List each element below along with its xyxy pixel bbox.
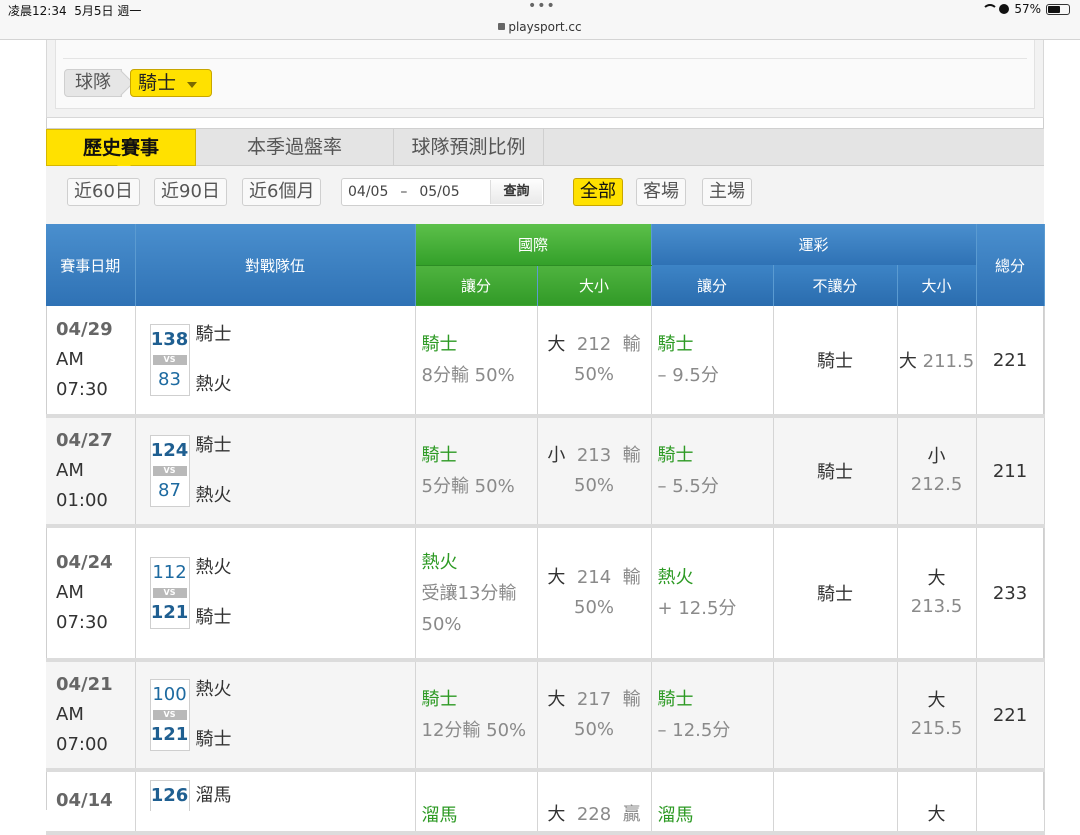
table-row: 04/21 AM 07:00 100 VS 121 熱火 騎士 騎士 12分輸 50% 大 … xyxy=(46,660,1045,772)
table-row: 04/27 AM 01:00 124 VS 87 騎士 熱火 騎士 5分輸 50% 小 21… xyxy=(46,416,1045,528)
battery-icon xyxy=(1046,3,1070,15)
total-cell: 233 xyxy=(976,526,1045,662)
range-6-months-button[interactable]: 近6個月 xyxy=(242,178,322,206)
total-cell: 211 xyxy=(976,416,1045,528)
status-bar: 凌晨12:34 5月5日 週一 ••• playsport.cc 57% xyxy=(0,0,1080,40)
intl-spread-cell: 騎士 8分輸 50% xyxy=(415,306,538,418)
match-cell: 126 溜馬 xyxy=(135,770,416,835)
lottery-ou-cell: 大 215.5 xyxy=(897,660,977,772)
lottery-nospread-cell: 騎士 xyxy=(773,306,898,418)
address-bar[interactable]: playsport.cc xyxy=(0,20,1080,34)
lottery-nospread-cell: 騎士 xyxy=(773,526,898,662)
tab-prediction-ratio[interactable]: 球隊預測比例 xyxy=(394,129,544,166)
header-intl: 國際 xyxy=(415,224,652,266)
lottery-ou-cell: 大 211.5 xyxy=(897,306,977,418)
tab-season-cover-rate[interactable]: 本季過盤率 xyxy=(196,129,394,166)
battery-percent: 57% xyxy=(1014,2,1041,16)
match-cell: 100 VS 121 熱火 騎士 xyxy=(135,660,416,772)
header-lottery-spread: 讓分 xyxy=(651,265,774,306)
lottery-ou-cell: 大 xyxy=(897,770,977,835)
table-row: 04/14 126 溜馬 溜馬 大 228 贏 溜馬 大 xyxy=(46,770,1045,835)
header-match: 對戰隊伍 xyxy=(135,224,416,306)
total-cell xyxy=(976,770,1045,835)
date-cell: 04/29 AM 07:30 xyxy=(46,306,136,418)
match-cell: 138 VS 83 騎士 熱火 xyxy=(135,306,416,418)
lottery-nospread-cell: 騎士 xyxy=(773,416,898,528)
filter-bar: 近60日 近90日 近6個月 04/05–05/05 查詢 全部 客場 主場 xyxy=(46,166,1044,224)
status-indicators: 57% xyxy=(982,2,1070,16)
tab-overview-dots[interactable]: ••• xyxy=(528,0,556,14)
team-label: 球隊 xyxy=(64,69,122,97)
intl-spread-cell: 熱火 受讓13分輸 50% xyxy=(415,526,538,662)
score-box: 112 VS 121 xyxy=(149,557,190,629)
header-intl-ou: 大小 xyxy=(537,265,652,306)
intl-ou-cell: 大 217 輸 50% xyxy=(537,660,652,772)
lottery-ou-cell: 小 212.5 xyxy=(897,416,977,528)
team-name[interactable]: 騎士 xyxy=(196,593,232,643)
chevron-down-icon xyxy=(187,82,197,88)
score-box: 100 VS 121 xyxy=(149,679,190,751)
lock-icon xyxy=(498,23,506,30)
range-60-days-button[interactable]: 近60日 xyxy=(67,178,140,206)
match-cell: 112 VS 121 熱火 騎士 xyxy=(135,526,416,662)
alarm-icon xyxy=(999,4,1010,14)
range-90-days-button[interactable]: 近90日 xyxy=(154,178,227,206)
header-total: 總分 xyxy=(976,224,1045,306)
team-name[interactable]: 騎士 xyxy=(196,715,232,765)
date-cell: 04/14 xyxy=(46,770,136,835)
intl-spread-cell: 騎士 5分輸 50% xyxy=(415,416,538,528)
intl-spread-cell: 騎士 12分輸 50% xyxy=(415,660,538,772)
table-row: 04/24 AM 07:30 112 VS 121 熱火 騎士 熱火 受讓13分輸 50% 大… xyxy=(46,526,1045,662)
lottery-spread-cell: 騎士 – 9.5分 xyxy=(651,306,774,418)
total-cell: 221 xyxy=(976,660,1045,772)
lottery-spread-cell: 騎士 – 12.5分 xyxy=(651,660,774,772)
team-name[interactable]: 熱火 xyxy=(196,665,232,715)
team-name[interactable]: 熱火 xyxy=(196,471,232,521)
lottery-spread-cell: 騎士 – 5.5分 xyxy=(651,416,774,528)
team-name[interactable]: 騎士 xyxy=(196,421,232,471)
match-cell: 124 VS 87 騎士 熱火 xyxy=(135,416,416,528)
wifi-icon xyxy=(982,4,999,14)
lottery-ou-cell: 大 213.5 xyxy=(897,526,977,662)
date-cell: 04/27 AM 01:00 xyxy=(46,416,136,528)
score-box: 126 xyxy=(149,780,190,811)
total-cell: 221 xyxy=(976,306,1045,418)
intl-spread-cell: 溜馬 xyxy=(415,770,538,835)
header-lottery-ou: 大小 xyxy=(897,265,977,306)
team-name[interactable]: 熱火 xyxy=(196,543,232,593)
header-date: 賽事日期 xyxy=(46,224,136,306)
intl-ou-cell: 大 212 輸 50% xyxy=(537,306,652,418)
tab-history[interactable]: 歷史賽事 xyxy=(46,129,196,173)
tab-bar: 歷史賽事 本季過盤率 球隊預測比例 xyxy=(46,128,1044,173)
date-cell: 04/24 AM 07:30 xyxy=(46,526,136,662)
team-name[interactable]: 騎士 xyxy=(196,310,232,360)
score-box: 124 VS 87 xyxy=(149,435,190,507)
team-select[interactable]: 騎士 xyxy=(130,69,212,97)
query-button[interactable]: 查詢 xyxy=(490,180,542,204)
table-row: 04/29 AM 07:30 138 VS 83 騎士 熱火 騎士 8分輸 50% 大 21… xyxy=(46,306,1045,418)
history-table: 賽事日期 對戰隊伍 國際 運彩 總分 讓分 大小 讓分 不讓分 大小 04/29… xyxy=(46,224,1045,835)
header-intl-spread: 讓分 xyxy=(415,265,538,306)
lottery-nospread-cell xyxy=(773,770,898,835)
venue-all-button[interactable]: 全部 xyxy=(573,178,623,206)
intl-ou-cell: 小 213 輸 50% xyxy=(537,416,652,528)
team-name[interactable]: 熱火 xyxy=(196,360,232,410)
lottery-spread-cell: 溜馬 xyxy=(651,770,774,835)
lottery-nospread-cell xyxy=(773,660,898,772)
team-name[interactable]: 溜馬 xyxy=(196,781,232,811)
date-cell: 04/21 AM 07:00 xyxy=(46,660,136,772)
score-box: 138 VS 83 xyxy=(149,324,190,396)
venue-away-button[interactable]: 客場 xyxy=(636,178,686,206)
header-lottery-nospread: 不讓分 xyxy=(773,265,898,306)
lottery-spread-cell: 熱火 + 12.5分 xyxy=(651,526,774,662)
venue-home-button[interactable]: 主場 xyxy=(702,178,752,206)
status-time: 凌晨12:34 5月5日 週一 xyxy=(8,4,142,18)
header-lottery: 運彩 xyxy=(651,224,977,265)
date-range-input[interactable]: 04/05–05/05 查詢 xyxy=(341,178,544,206)
intl-ou-cell: 大 214 輸 50% xyxy=(537,526,652,662)
intl-ou-cell: 大 228 贏 xyxy=(537,770,652,835)
